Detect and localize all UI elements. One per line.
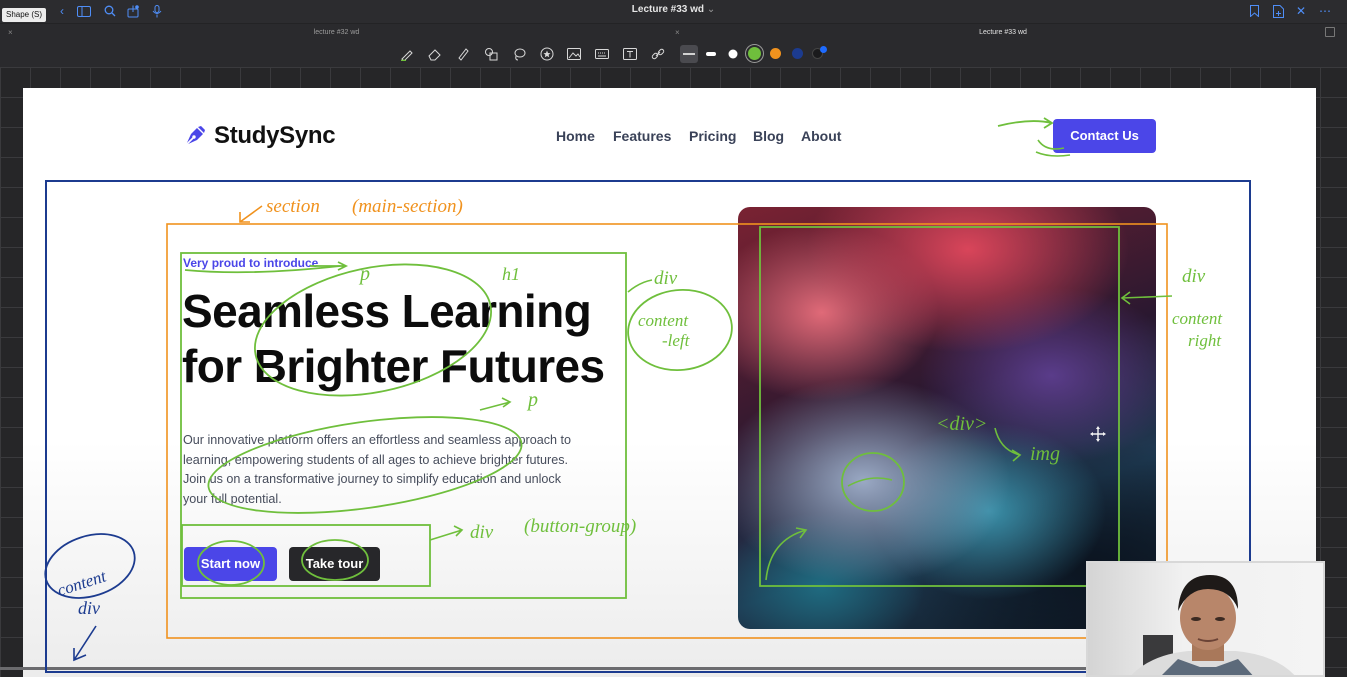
nav-features[interactable]: Features	[613, 128, 671, 144]
image-icon[interactable]	[565, 45, 583, 63]
title-bar: ‹ Lecture #33 wd ⌄ ✕ ⋯	[0, 0, 1347, 24]
hero-title-line-2: for Brighter Futures	[182, 340, 605, 392]
presenter-video	[1131, 575, 1295, 675]
close-icon[interactable]: ✕	[1293, 3, 1309, 19]
tab-bar: × lecture #32 wd × Lecture #33 wd	[0, 24, 1347, 41]
webcam-overlay	[1086, 561, 1325, 677]
tab-label: lecture #32 wd	[313, 29, 360, 36]
stroke-thick-button[interactable]	[724, 45, 742, 63]
contact-us-button[interactable]: Contact Us	[1053, 119, 1156, 153]
stroke-medium-button[interactable]	[702, 45, 720, 63]
tab-close-icon[interactable]: ×	[675, 24, 680, 41]
nav-pricing[interactable]: Pricing	[689, 128, 736, 144]
bookmark-icon[interactable]	[1246, 3, 1262, 19]
start-now-button[interactable]: Start now	[184, 547, 277, 581]
keyboard-icon[interactable]	[593, 45, 611, 63]
chevron-down-icon: ⌄	[706, 4, 716, 15]
nav-home[interactable]: Home	[556, 128, 595, 144]
hero-eyebrow: Very proud to introduce	[183, 256, 319, 270]
tooltip: Shape (S)	[2, 8, 47, 22]
nav-about[interactable]: About	[801, 128, 841, 144]
shapes-icon[interactable]	[482, 45, 500, 63]
hero-title: Seamless Learning for Brighter Futures	[182, 284, 642, 394]
document-title-text: Lecture #33 wd	[631, 4, 705, 15]
hero-description: Our innovative platform offers an effort…	[183, 433, 572, 506]
color-swatch-navy[interactable]	[792, 48, 803, 59]
tab-label: Lecture #33 wd	[979, 29, 1027, 36]
document-title[interactable]: Lecture #33 wd ⌄	[0, 4, 1347, 15]
pen-icon[interactable]	[398, 45, 416, 63]
eraser-icon[interactable]	[426, 45, 444, 63]
color-swatch-green[interactable]	[748, 47, 761, 60]
brand-name[interactable]: StudySync	[214, 122, 336, 150]
stroke-thin-button[interactable]	[680, 45, 698, 63]
more-icon[interactable]: ⋯	[1317, 3, 1333, 19]
star-sticker-icon[interactable]	[538, 45, 556, 63]
horizontal-scrollbar[interactable]	[0, 667, 1087, 670]
tab-overview-icon[interactable]	[1325, 27, 1335, 37]
tab-lecture-32[interactable]: × lecture #32 wd	[0, 24, 673, 41]
pen-nib-logo-icon	[185, 126, 205, 146]
hero-title-line-1: Seamless Learning	[182, 285, 592, 337]
nav-blog[interactable]: Blog	[753, 128, 784, 144]
color-swatch-blue[interactable]	[820, 46, 827, 53]
take-tour-button[interactable]: Take tour	[289, 547, 380, 581]
lasso-icon[interactable]	[510, 45, 528, 63]
color-swatch-orange[interactable]	[770, 48, 781, 59]
tab-close-icon[interactable]: ×	[8, 24, 13, 41]
highlighter-icon[interactable]	[454, 45, 472, 63]
text-box-icon[interactable]	[621, 45, 639, 63]
link-icon[interactable]	[649, 45, 667, 63]
drawing-toolbar	[0, 41, 1347, 67]
add-page-icon[interactable]	[1270, 3, 1286, 19]
tab-lecture-33[interactable]: × Lecture #33 wd	[673, 24, 1333, 41]
